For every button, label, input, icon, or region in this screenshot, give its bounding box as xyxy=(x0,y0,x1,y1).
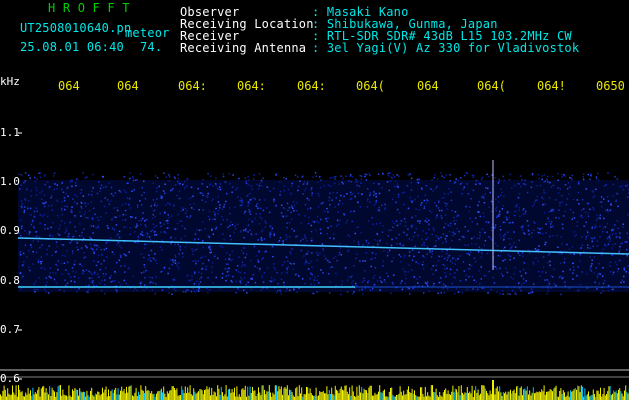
x-tick-label: 064 xyxy=(417,79,439,93)
y-tick-label: 0.8 xyxy=(0,274,20,287)
x-tick-label: 064: xyxy=(237,79,266,93)
noise-field xyxy=(18,172,629,296)
power-bars xyxy=(0,380,629,400)
y-tick-label: 0.7 xyxy=(0,323,20,336)
x-tick-label: 064: xyxy=(178,79,207,93)
x-tick-label: 0650 xyxy=(596,79,625,93)
y-unit-label: kHz xyxy=(0,75,20,88)
x-tick-label: 064 xyxy=(117,79,139,93)
power-spike xyxy=(492,380,494,400)
y-tick-label: 0.6 xyxy=(0,372,20,385)
x-tick-label: 064( xyxy=(356,79,385,93)
x-tick-label: 064( xyxy=(477,79,506,93)
y-tick-label: 1.1 xyxy=(0,126,20,139)
x-tick-label: 064 xyxy=(58,79,80,93)
spectrogram xyxy=(0,132,629,400)
x-tick-label: 064: xyxy=(297,79,326,93)
y-tick-label: 1.0 xyxy=(0,175,20,188)
x-tick-label: 064! xyxy=(537,79,566,93)
y-tick-label: 0.9 xyxy=(0,224,20,237)
